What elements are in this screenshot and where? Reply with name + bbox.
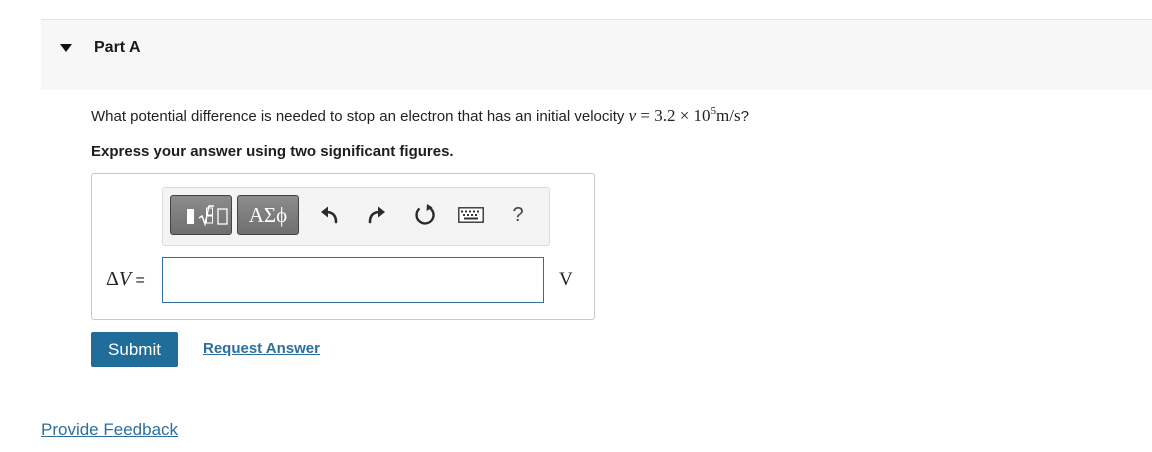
redo-icon: [368, 206, 385, 224]
submit-button[interactable]: Submit: [91, 332, 178, 367]
voltage-variable: V: [118, 268, 132, 290]
collapse-caret-icon[interactable]: [60, 44, 72, 52]
question-end: ?: [740, 108, 749, 125]
undo-icon: [321, 206, 338, 224]
help-icon: ?: [512, 203, 524, 226]
delta-symbol: Δ: [106, 268, 119, 290]
request-answer-link[interactable]: Request Answer: [203, 340, 320, 357]
keyboard-button[interactable]: [457, 200, 485, 230]
reset-icon: [415, 204, 435, 225]
keyboard-icon: [458, 207, 484, 223]
answer-instruction: Express your answer using two significan…: [91, 143, 454, 160]
part-header[interactable]: Part A: [41, 20, 1152, 90]
question-prefix: What potential difference is needed to s…: [91, 108, 629, 125]
help-button[interactable]: ?: [503, 200, 533, 230]
templates-button[interactable]: [170, 195, 232, 235]
templates-icon: [187, 205, 228, 227]
velocity-expression: v = 3.2 × 105m/s: [628, 106, 741, 126]
greek-letters-button[interactable]: ΑΣϕ: [237, 195, 299, 235]
answer-input[interactable]: [162, 257, 544, 303]
answer-box: ΑΣϕ ? ΔV = V: [91, 173, 595, 320]
answer-unit: V: [559, 269, 573, 290]
velocity-unit: m/s: [716, 106, 741, 125]
velocity-relation: = 3.2 × 10: [636, 106, 711, 125]
answer-variable-label: ΔV =: [106, 268, 145, 291]
equals-sign: =: [131, 272, 145, 289]
redo-button[interactable]: [362, 200, 392, 230]
undo-button[interactable]: [314, 200, 344, 230]
velocity-variable: v: [628, 106, 637, 125]
part-title: Part A: [94, 39, 141, 56]
reset-button[interactable]: [410, 200, 440, 230]
math-toolbar: ΑΣϕ ?: [162, 187, 550, 246]
provide-feedback-link[interactable]: Provide Feedback: [41, 420, 178, 440]
greek-letters-icon: ΑΣϕ: [248, 202, 288, 227]
question-text: What potential difference is needed to s…: [91, 106, 749, 126]
